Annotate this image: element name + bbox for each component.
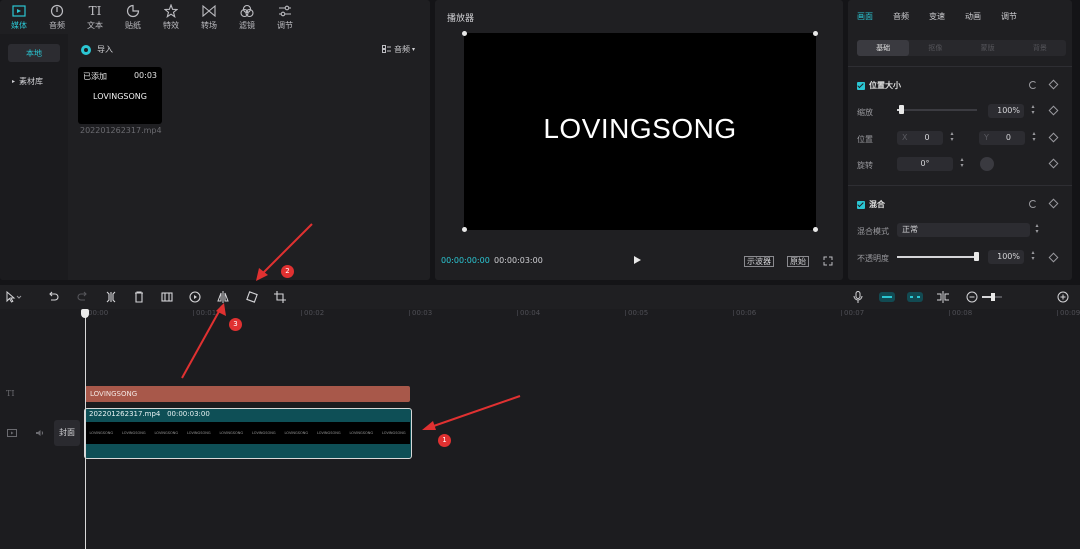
arrow-1 xyxy=(424,395,521,430)
annotation-marker-1: 1 xyxy=(438,434,451,447)
annotation-marker-3: 3 xyxy=(229,318,242,331)
annotation-arrows xyxy=(181,223,521,430)
arrow-3 xyxy=(181,305,223,379)
arrow-1-head xyxy=(422,421,436,430)
annotation-marker-2: 2 xyxy=(281,265,294,278)
